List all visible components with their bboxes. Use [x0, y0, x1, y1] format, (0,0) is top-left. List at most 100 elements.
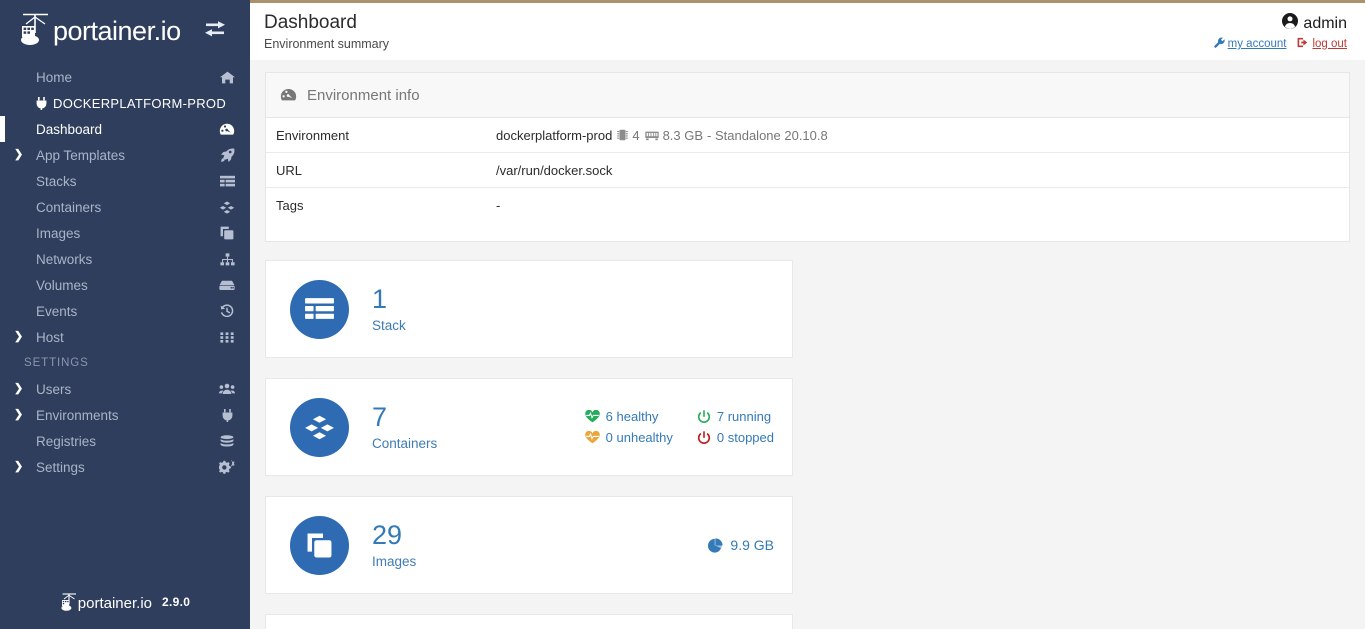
plug-icon	[36, 97, 47, 110]
sidebar-item-volumes[interactable]: Volumes	[0, 272, 250, 298]
stat-count: 7	[372, 403, 437, 431]
sidebar-item-events[interactable]: Events	[0, 298, 250, 324]
page-heading: Dashboard Environment summary	[264, 11, 389, 60]
sidebar-item-label: Networks	[36, 252, 218, 267]
gears-icon	[218, 459, 236, 475]
sidebar-item-host[interactable]: ❯ Host	[0, 324, 250, 350]
info-value: /var/run/docker.sock	[496, 163, 612, 178]
sidebar-item-environment[interactable]: DOCKERPLATFORM-PROD	[0, 90, 250, 116]
sidebar-item-networks[interactable]: Networks	[0, 246, 250, 272]
sidebar-item-settings[interactable]: ❯ Settings	[0, 454, 250, 480]
stat-card-volumes[interactable]: 27 Volumes	[265, 614, 793, 629]
user-circle-icon	[1282, 13, 1298, 34]
stat-card-images[interactable]: 29 Images 9.9 GB	[265, 496, 793, 594]
environment-info-title: Environment info	[307, 87, 420, 104]
sidebar-item-label: Registries	[36, 434, 218, 449]
container-status-group: 6 healthy 0 unhealthy	[585, 409, 774, 445]
chevron-right-icon: ❯	[14, 410, 23, 421]
stat-count: 29	[372, 521, 416, 549]
images-copy-icon	[290, 516, 349, 575]
brand-name: portainer.io	[53, 18, 181, 45]
networks-sitemap-icon	[218, 251, 236, 267]
host-grid-icon	[218, 329, 236, 345]
info-key: Environment	[276, 128, 496, 143]
sidebar-nav: Home DOCKERPLATFORM-PROD	[0, 58, 250, 581]
power-icon	[697, 431, 711, 445]
history-clock-icon	[218, 303, 236, 319]
sidebar-footer: portainer.io 2.9.0	[0, 581, 250, 629]
brand-logo: portainer.io	[18, 11, 181, 47]
stat-count: 1	[372, 285, 406, 313]
stat-label: Stack	[372, 318, 406, 333]
plug-icon	[218, 407, 236, 423]
topbar: Dashboard Environment summary admin	[250, 3, 1365, 60]
volume-hdd-icon	[218, 277, 236, 293]
sidebar-item-dashboard[interactable]: Dashboard	[0, 116, 250, 142]
swap-arrows-icon[interactable]	[202, 18, 228, 40]
dashboard-content: Environment info Environment dockerplatf…	[250, 60, 1365, 629]
chevron-right-icon: ❯	[14, 150, 23, 161]
health-status-column: 6 healthy 0 unhealthy	[585, 409, 673, 445]
sidebar-item-label: Volumes	[36, 278, 218, 293]
images-total-size: 9.9 GB	[708, 537, 774, 553]
memory-size: 8.3 GB	[663, 128, 703, 143]
wrench-icon	[1214, 37, 1225, 51]
chevron-right-icon: ❯	[14, 332, 23, 343]
status-unhealthy: 0 unhealthy	[585, 430, 673, 445]
page-subtitle: Environment summary	[264, 37, 389, 51]
user-links: my account log out	[1214, 37, 1347, 51]
logout-link[interactable]: log out	[1297, 37, 1347, 51]
dashboard-gauge-icon	[280, 88, 297, 102]
sign-out-icon	[1297, 37, 1309, 51]
info-row-url: URL /var/run/docker.sock	[266, 153, 1349, 188]
environment-info-header: Environment info	[266, 73, 1349, 118]
containers-cubes-icon	[218, 199, 236, 215]
memory-icon	[645, 130, 659, 141]
sidebar-item-label: Home	[36, 70, 218, 85]
sidebar-section-settings: SETTINGS	[0, 350, 250, 376]
sidebar-item-label: Users	[36, 382, 218, 397]
page-title: Dashboard	[264, 11, 389, 35]
status-stopped: 0 stopped	[697, 430, 774, 445]
stat-card-containers[interactable]: 7 Containers	[265, 378, 793, 476]
sidebar-item-registries[interactable]: Registries	[0, 428, 250, 454]
stat-card-stack[interactable]: 1 Stack	[265, 260, 793, 358]
sidebar-item-environments[interactable]: ❯ Environments	[0, 402, 250, 428]
stat-card-body: 7 Containers	[372, 403, 437, 450]
footer-brand-name: portainer.io	[78, 596, 152, 611]
status-label: 0 unhealthy	[606, 430, 673, 445]
sidebar-item-users[interactable]: ❯ Users	[0, 376, 250, 402]
containers-cubes-icon	[290, 398, 349, 457]
status-label: 7 running	[717, 409, 771, 424]
stat-cards: 1 Stack 7	[265, 260, 1350, 629]
home-icon	[218, 69, 236, 85]
sidebar-item-label: Images	[36, 226, 218, 241]
user-menu: admin my account	[1214, 11, 1347, 60]
heartbeat-icon	[585, 431, 600, 444]
portainer-logo-icon	[60, 592, 78, 612]
sidebar-item-label: Containers	[36, 200, 218, 215]
info-value: dockerplatform-prod	[496, 128, 828, 143]
user-name-row: admin	[1214, 13, 1347, 34]
sidebar-item-stacks[interactable]: Stacks	[0, 168, 250, 194]
table-list-icon	[218, 173, 236, 189]
sidebar-item-home[interactable]: Home	[0, 64, 250, 90]
sidebar-item-images[interactable]: Images	[0, 220, 250, 246]
sidebar-item-app-templates[interactable]: ❯ App Templates	[0, 142, 250, 168]
engine-version: - Standalone 20.10.8	[707, 128, 828, 143]
stat-card-body: 1 Stack	[372, 285, 406, 332]
user-name-label: admin	[1303, 15, 1347, 33]
sidebar-item-label: Settings	[36, 460, 218, 475]
environment-name: dockerplatform-prod	[496, 128, 612, 143]
status-label: 0 stopped	[717, 430, 774, 445]
my-account-link[interactable]: my account	[1214, 37, 1287, 51]
sidebar-item-containers[interactable]: Containers	[0, 194, 250, 220]
dashboard-gauge-icon	[218, 121, 236, 137]
rocket-icon	[218, 147, 236, 163]
sidebar-brand: portainer.io	[0, 0, 250, 58]
stat-label: Containers	[372, 436, 437, 451]
database-stack-icon	[218, 433, 236, 449]
status-healthy: 6 healthy	[585, 409, 673, 424]
chevron-right-icon: ❯	[14, 384, 23, 395]
sidebar-item-label: Stacks	[36, 174, 218, 189]
